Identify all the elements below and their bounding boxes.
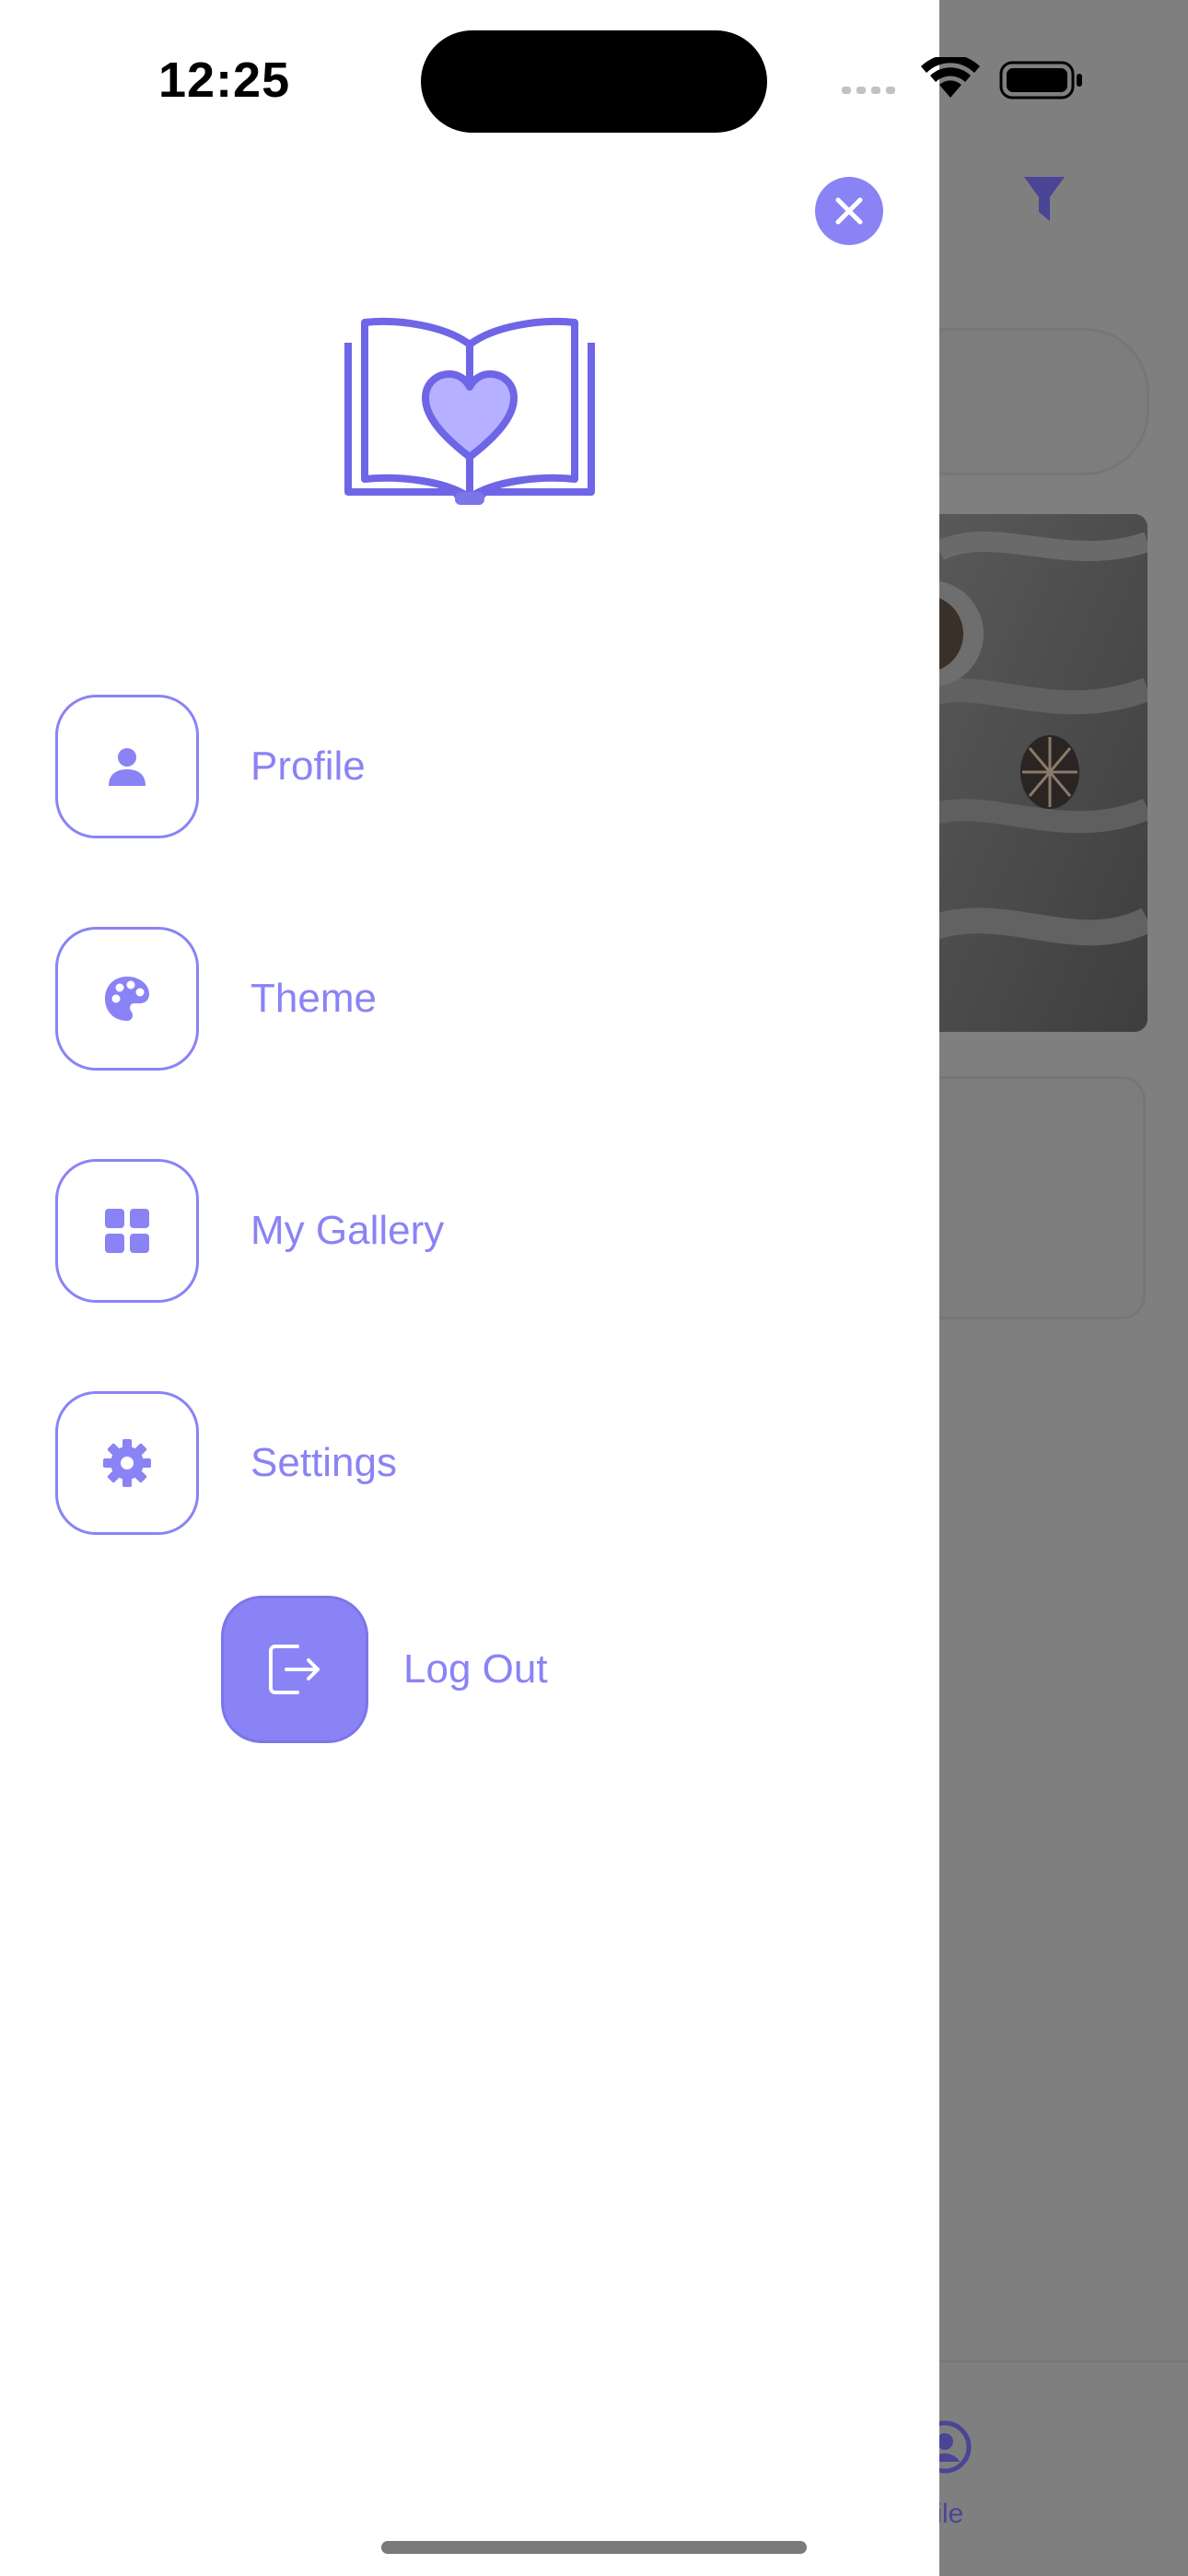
menu-label: My Gallery xyxy=(250,1208,445,1253)
menu-icon-box xyxy=(55,1159,199,1303)
close-icon xyxy=(835,197,863,225)
logout-button[interactable]: Log Out xyxy=(221,1594,548,1745)
menu-label: Profile xyxy=(250,744,366,789)
menu-item-settings[interactable]: Settings xyxy=(55,1388,397,1539)
menu-item-theme[interactable]: Theme xyxy=(55,923,377,1074)
menu-icon-box xyxy=(55,695,199,838)
background-photo xyxy=(921,514,1147,1032)
menu-label: Settings xyxy=(250,1440,397,1485)
book-heart-logo xyxy=(344,318,595,505)
cellular-signal-icon xyxy=(842,87,895,94)
menu-item-profile[interactable]: Profile xyxy=(55,691,366,842)
menu-icon-box xyxy=(55,1391,199,1535)
dynamic-island xyxy=(421,30,767,133)
filter-icon xyxy=(1024,177,1065,221)
menu-item-my-gallery[interactable]: My Gallery xyxy=(55,1155,444,1306)
background-tabbar-divider xyxy=(939,2360,1188,2362)
logout-icon xyxy=(269,1645,320,1694)
logout-icon-box xyxy=(221,1596,368,1743)
status-icons xyxy=(842,57,1082,100)
grid-icon xyxy=(105,1209,149,1253)
gear-icon xyxy=(103,1439,151,1487)
home-indicator xyxy=(381,2541,807,2554)
menu-icon-box xyxy=(55,927,199,1071)
side-drawer: 12:25 Profile Theme My Gallery Settings … xyxy=(0,0,1082,2576)
status-time: 12:25 xyxy=(158,53,291,108)
wifi-icon xyxy=(921,57,980,98)
logout-label: Log Out xyxy=(403,1646,548,1692)
close-drawer-button[interactable] xyxy=(815,177,883,245)
battery-icon xyxy=(999,61,1082,100)
person-icon xyxy=(109,748,146,786)
menu-label: Theme xyxy=(250,976,377,1021)
palette-icon xyxy=(105,977,149,1021)
